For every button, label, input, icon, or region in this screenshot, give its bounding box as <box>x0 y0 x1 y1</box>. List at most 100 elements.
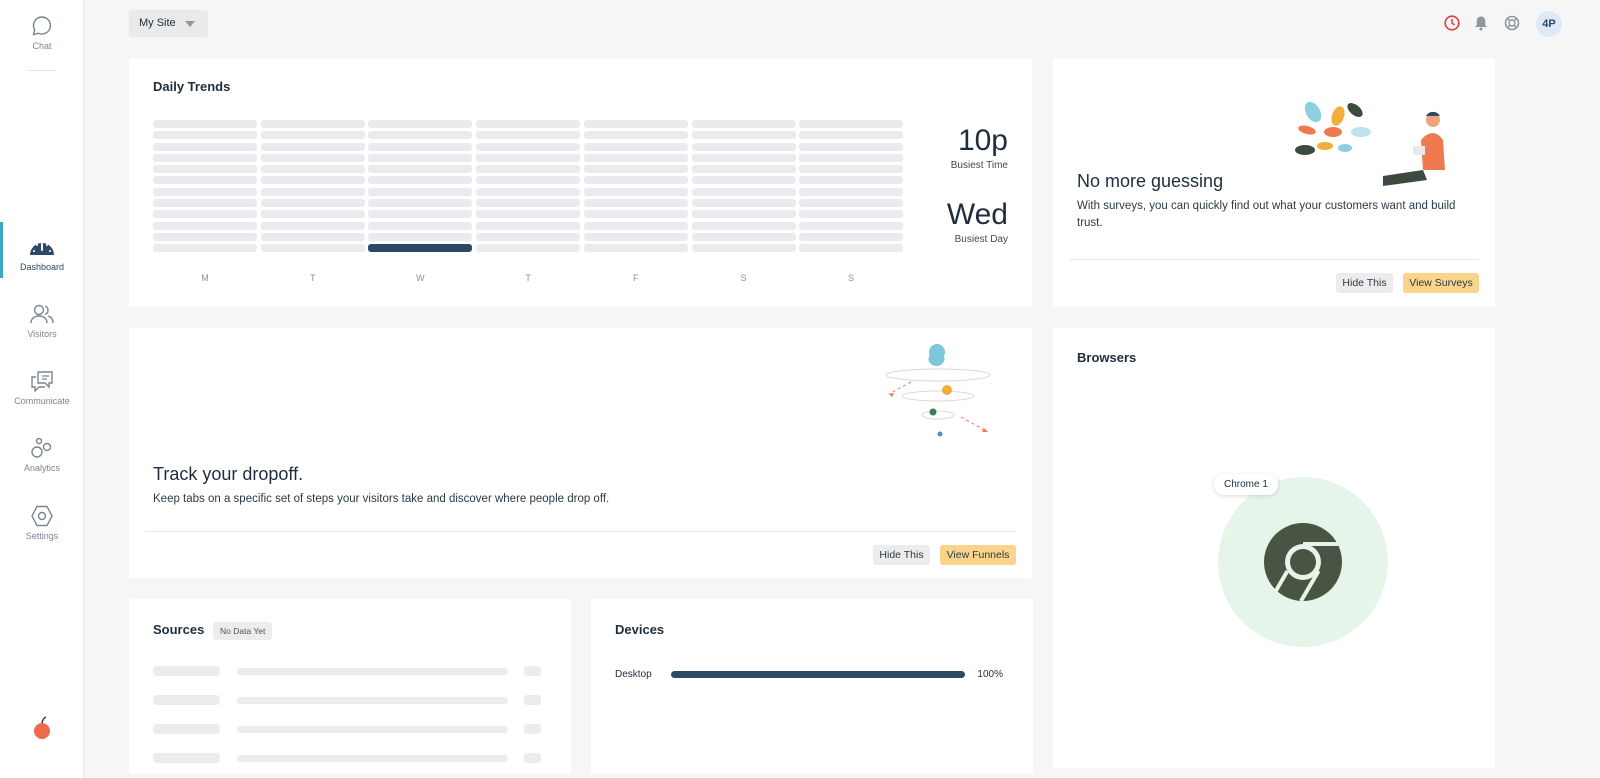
day-label: T <box>525 273 531 283</box>
trend-cell <box>260 210 365 219</box>
sidebar-item-chat[interactable]: Chat <box>0 15 84 51</box>
trend-cell <box>153 199 257 208</box>
trend-cell <box>153 232 257 241</box>
trend-cell <box>260 165 365 174</box>
dashboard-gauge-icon <box>30 243 54 255</box>
trend-cell <box>476 153 581 162</box>
chrome-count-label: Chrome 1 <box>1214 474 1278 495</box>
avatar[interactable]: 4P <box>1536 11 1562 37</box>
trend-cell <box>260 232 365 241</box>
trend-cell <box>583 165 688 174</box>
trend-column <box>691 120 796 256</box>
trend-cell <box>260 142 365 151</box>
sources-title: Sources <box>153 622 205 637</box>
browsers-title: Browsers <box>1077 350 1137 365</box>
help-lifebuoy-icon[interactable] <box>1504 15 1520 31</box>
bell-icon[interactable] <box>1474 15 1488 31</box>
funnels-promo-title: Track your dropoff. <box>153 464 304 484</box>
sidebar: Chat Dashboard Visitors Communicate Anal… <box>0 0 84 778</box>
clock-icon[interactable] <box>1444 15 1460 31</box>
trend-cell <box>260 199 365 208</box>
trend-cell <box>368 221 473 230</box>
trend-cell <box>368 120 473 128</box>
day-label: F <box>633 273 639 283</box>
trend-cell <box>260 120 365 128</box>
site-select[interactable]: My Site <box>129 10 208 37</box>
surveys-promo-text: With surveys, you can quickly find out w… <box>1077 200 1456 229</box>
trend-cell <box>799 210 904 219</box>
view-surveys-button[interactable]: View Surveys <box>1403 273 1479 293</box>
sidebar-item-label: Dashboard <box>19 262 65 272</box>
trend-cell <box>153 244 257 253</box>
sidebar-divider <box>28 70 56 71</box>
communicate-icon <box>31 371 53 392</box>
source-placeholder-row <box>153 753 541 763</box>
trend-cell <box>153 187 257 196</box>
divider <box>1069 259 1479 260</box>
trend-cell <box>476 165 581 174</box>
trend-cell <box>583 142 688 151</box>
trend-cell <box>583 232 688 241</box>
chat-bubble-icon <box>32 16 52 36</box>
trend-cell <box>476 176 581 185</box>
site-select-label: My Site <box>139 17 176 29</box>
surveys-promo-card: No more guessing With surveys, you can q… <box>1053 58 1495 307</box>
trend-column <box>368 120 473 256</box>
trend-cell <box>153 221 257 230</box>
trend-cell <box>691 199 796 208</box>
trend-cell <box>153 131 257 140</box>
view-funnels-button[interactable]: View Funnels <box>940 545 1016 565</box>
peach-logo-icon <box>34 716 50 739</box>
trend-cell <box>691 176 796 185</box>
trend-cell <box>476 142 581 151</box>
busiest-day-stat: Wed Busiest Day <box>947 198 1008 245</box>
survey-illustration <box>1295 101 1445 186</box>
trend-cell <box>368 131 473 140</box>
funnels-promo-card: Track your dropoff. Keep tabs on a speci… <box>129 328 1032 578</box>
trend-column <box>476 120 581 256</box>
sidebar-item-settings[interactable]: Settings <box>0 505 84 541</box>
sidebar-item-label: Analytics <box>23 463 60 473</box>
sidebar-item-dashboard[interactable]: Dashboard <box>0 222 84 278</box>
trend-cell <box>476 187 581 196</box>
trend-cell <box>476 131 581 140</box>
sidebar-item-visitors[interactable]: Visitors <box>0 303 84 339</box>
trend-cell <box>260 221 365 230</box>
sidebar-item-label: Settings <box>25 531 59 541</box>
sidebar-item-analytics[interactable]: Analytics <box>0 437 84 473</box>
sidebar-item-label: Visitors <box>27 329 57 339</box>
trend-column <box>583 120 688 256</box>
trend-cell <box>476 120 581 128</box>
funnel-illustration <box>885 344 991 437</box>
trend-column <box>799 120 904 256</box>
trend-cell <box>368 210 473 219</box>
trend-cell <box>583 210 688 219</box>
trend-cell <box>799 187 904 196</box>
settings-hexagon-icon <box>31 505 53 527</box>
hide-this-button[interactable]: Hide This <box>1336 273 1393 293</box>
sidebar-item-communicate[interactable]: Communicate <box>0 370 84 406</box>
trend-cell <box>260 176 365 185</box>
day-label: S <box>848 273 855 283</box>
day-label: T <box>309 273 316 283</box>
sidebar-item-label: Communicate <box>14 396 70 406</box>
trend-cell <box>691 131 796 140</box>
daily-trends-heatmap <box>153 120 905 258</box>
day-label: M <box>201 273 209 283</box>
devices-card: Devices Desktop 100% <box>591 599 1033 774</box>
funnels-promo-text: Keep tabs on a specific set of steps you… <box>153 493 610 505</box>
trend-cell <box>583 199 688 208</box>
chevron-down-icon <box>185 21 195 27</box>
visitors-icon <box>30 304 54 324</box>
trend-cell <box>799 221 904 230</box>
trend-cell <box>691 210 796 219</box>
trend-cell <box>799 199 904 208</box>
browsers-card: Browsers <box>1053 328 1495 768</box>
divider <box>145 531 1016 532</box>
trend-cell <box>153 176 257 185</box>
trend-cell <box>583 131 688 140</box>
trend-column <box>153 120 257 256</box>
busiest-time-label: Busiest Time <box>950 160 1008 171</box>
hide-this-button[interactable]: Hide This <box>873 545 930 565</box>
surveys-promo-title: No more guessing <box>1077 171 1224 191</box>
